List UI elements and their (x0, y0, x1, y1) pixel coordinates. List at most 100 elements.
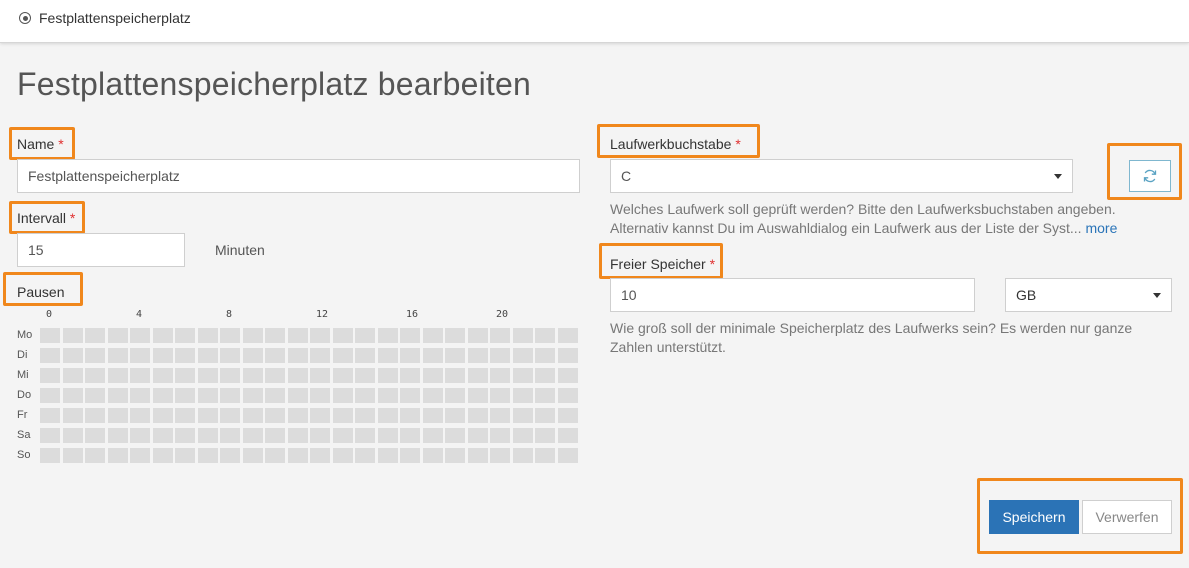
pause-cell[interactable] (310, 428, 330, 443)
pause-cell[interactable] (377, 448, 398, 463)
pause-cell[interactable] (490, 428, 510, 443)
pause-cell[interactable] (175, 448, 195, 463)
pause-cell[interactable] (265, 448, 285, 463)
name-input[interactable]: Festplattenspeicherplatz (17, 159, 580, 193)
pause-cell[interactable] (400, 448, 420, 463)
pause-cell[interactable] (130, 328, 150, 343)
pause-cell[interactable] (422, 428, 443, 443)
pause-cell[interactable] (287, 408, 308, 423)
pause-cell[interactable] (332, 408, 353, 423)
pause-cell[interactable] (467, 328, 488, 343)
pause-cell[interactable] (332, 388, 353, 403)
pause-cell[interactable] (152, 408, 173, 423)
pause-cell[interactable] (535, 428, 555, 443)
pause-cell[interactable] (62, 328, 83, 343)
pause-cell[interactable] (557, 428, 578, 443)
pause-cell[interactable] (557, 328, 578, 343)
pause-cell[interactable] (557, 368, 578, 383)
pause-cell[interactable] (242, 368, 263, 383)
pause-cell[interactable] (152, 388, 173, 403)
pause-cell[interactable] (220, 368, 240, 383)
pause-cell[interactable] (422, 388, 443, 403)
pause-cell[interactable] (445, 408, 465, 423)
pause-cell[interactable] (467, 428, 488, 443)
pause-cell[interactable] (152, 428, 173, 443)
pause-cell[interactable] (130, 448, 150, 463)
pause-cell[interactable] (107, 368, 128, 383)
pause-cell[interactable] (512, 448, 533, 463)
pause-cell[interactable] (377, 368, 398, 383)
pause-cell[interactable] (107, 388, 128, 403)
pause-cell[interactable] (355, 348, 375, 363)
pause-cell[interactable] (445, 448, 465, 463)
pause-cell[interactable] (40, 388, 60, 403)
pause-cell[interactable] (490, 348, 510, 363)
pause-cell[interactable] (220, 448, 240, 463)
pause-cell[interactable] (400, 348, 420, 363)
pause-cell[interactable] (400, 408, 420, 423)
pause-cell[interactable] (175, 368, 195, 383)
pause-cell[interactable] (445, 328, 465, 343)
pause-cell[interactable] (287, 388, 308, 403)
pause-cell[interactable] (422, 368, 443, 383)
pause-cell[interactable] (355, 428, 375, 443)
pause-cell[interactable] (400, 368, 420, 383)
pause-cell[interactable] (310, 348, 330, 363)
pause-cell[interactable] (422, 448, 443, 463)
pause-cell[interactable] (85, 448, 105, 463)
pause-cell[interactable] (40, 328, 60, 343)
pause-cell[interactable] (422, 408, 443, 423)
pause-cell[interactable] (197, 388, 218, 403)
pause-cell[interactable] (287, 348, 308, 363)
pause-cell[interactable] (107, 448, 128, 463)
pause-cell[interactable] (85, 328, 105, 343)
pause-cell[interactable] (535, 448, 555, 463)
pause-cell[interactable] (265, 348, 285, 363)
pause-cell[interactable] (377, 348, 398, 363)
pause-cell[interactable] (467, 368, 488, 383)
pause-cell[interactable] (490, 368, 510, 383)
pause-cell[interactable] (40, 448, 60, 463)
pause-cell[interactable] (107, 408, 128, 423)
pause-cell[interactable] (85, 408, 105, 423)
pause-cell[interactable] (557, 348, 578, 363)
pause-cell[interactable] (535, 408, 555, 423)
pause-cell[interactable] (355, 408, 375, 423)
free-space-unit-select[interactable]: GB (1005, 278, 1172, 312)
pause-cell[interactable] (535, 368, 555, 383)
pause-cell[interactable] (40, 348, 60, 363)
interval-input[interactable]: 15 (17, 233, 185, 267)
pause-cell[interactable] (242, 388, 263, 403)
pause-cell[interactable] (535, 328, 555, 343)
pause-cell[interactable] (40, 408, 60, 423)
pause-cell[interactable] (467, 448, 488, 463)
pause-cell[interactable] (265, 408, 285, 423)
pause-cell[interactable] (445, 368, 465, 383)
pause-cell[interactable] (377, 408, 398, 423)
pause-cell[interactable] (512, 328, 533, 343)
pause-cell[interactable] (512, 348, 533, 363)
pause-cell[interactable] (85, 388, 105, 403)
pause-cell[interactable] (62, 348, 83, 363)
pause-cell[interactable] (422, 348, 443, 363)
pause-cell[interactable] (445, 348, 465, 363)
pause-cell[interactable] (242, 448, 263, 463)
pause-cell[interactable] (85, 428, 105, 443)
pause-cell[interactable] (310, 368, 330, 383)
pause-cell[interactable] (377, 388, 398, 403)
pause-cell[interactable] (512, 408, 533, 423)
pause-cell[interactable] (310, 448, 330, 463)
pause-cell[interactable] (85, 368, 105, 383)
more-link[interactable]: more (1085, 220, 1117, 236)
pause-cell[interactable] (197, 348, 218, 363)
pause-cell[interactable] (490, 388, 510, 403)
pause-cell[interactable] (265, 388, 285, 403)
pause-cell[interactable] (310, 388, 330, 403)
pause-cell[interactable] (107, 348, 128, 363)
pause-cell[interactable] (490, 448, 510, 463)
pause-cell[interactable] (557, 388, 578, 403)
pause-cell[interactable] (130, 368, 150, 383)
drive-select[interactable]: C (610, 159, 1073, 193)
pause-cell[interactable] (287, 328, 308, 343)
pause-cell[interactable] (175, 388, 195, 403)
